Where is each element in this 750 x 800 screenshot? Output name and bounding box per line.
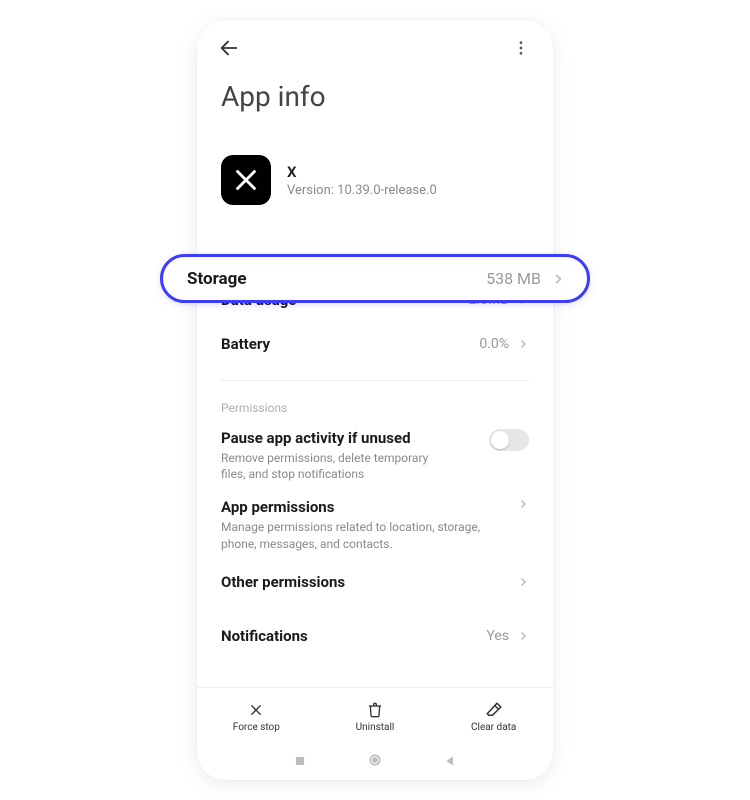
row-app-permissions-sub: Manage permissions related to location, … — [221, 519, 481, 551]
circle-icon — [367, 752, 383, 768]
overflow-menu-button[interactable] — [509, 36, 533, 60]
app-name: X — [287, 163, 437, 181]
clear-data-button[interactable]: Clear data — [434, 688, 553, 744]
square-icon — [293, 754, 307, 768]
app-icon — [221, 155, 271, 205]
kebab-icon — [512, 39, 530, 57]
chevron-right-icon — [517, 630, 529, 642]
row-battery[interactable]: Battery 0.0% — [197, 322, 553, 366]
row-pause-activity-label: Pause app activity if unused — [221, 429, 451, 447]
trash-icon — [367, 702, 383, 718]
nav-recent-button[interactable] — [293, 753, 307, 772]
chevron-right-icon — [517, 576, 529, 588]
row-pause-activity-sub: Remove permissions, delete temporary fil… — [221, 450, 451, 482]
row-notifications-value: Yes — [486, 628, 509, 644]
arrow-left-icon — [218, 37, 240, 59]
nav-back-button[interactable] — [443, 753, 457, 772]
force-stop-button[interactable]: Force stop — [197, 688, 316, 744]
chevron-right-icon — [551, 272, 565, 286]
row-notifications-label: Notifications — [221, 627, 308, 645]
app-version: Version: 10.39.0-release.0 — [287, 183, 437, 198]
app-header: X Version: 10.39.0-release.0 — [197, 127, 553, 229]
row-app-permissions-label: App permissions — [221, 498, 481, 516]
row-pause-activity[interactable]: Pause app activity if unused Remove perm… — [197, 421, 553, 490]
uninstall-button[interactable]: Uninstall — [316, 688, 435, 744]
permissions-section-label: Permissions — [197, 395, 553, 421]
row-notifications[interactable]: Notifications Yes — [197, 614, 553, 658]
pause-activity-toggle[interactable] — [489, 429, 529, 451]
row-other-permissions[interactable]: Other permissions — [197, 560, 553, 604]
row-storage-highlighted[interactable]: Storage 538 MB — [160, 254, 590, 303]
row-battery-value: 0.0% — [479, 336, 509, 352]
chevron-right-icon — [517, 338, 529, 350]
close-icon — [248, 702, 264, 718]
nav-home-button[interactable] — [367, 752, 383, 772]
clear-data-label: Clear data — [471, 722, 516, 733]
chevron-right-icon — [517, 498, 529, 510]
x-logo-icon — [232, 166, 260, 194]
bottom-action-bar: Force stop Uninstall Clear data — [197, 687, 553, 744]
row-app-permissions[interactable]: App permissions Manage permissions relat… — [197, 490, 553, 559]
android-nav-bar — [197, 744, 553, 780]
force-stop-label: Force stop — [233, 722, 280, 733]
row-storage-value: 538 MB — [486, 269, 541, 288]
row-other-permissions-label: Other permissions — [221, 573, 345, 591]
uninstall-label: Uninstall — [356, 722, 395, 733]
page-title: App info — [197, 76, 553, 127]
row-battery-label: Battery — [221, 335, 270, 353]
eraser-icon — [485, 701, 503, 719]
row-storage-label: Storage — [187, 269, 247, 289]
divider — [221, 380, 529, 381]
back-button[interactable] — [217, 36, 241, 60]
triangle-left-icon — [443, 754, 457, 768]
